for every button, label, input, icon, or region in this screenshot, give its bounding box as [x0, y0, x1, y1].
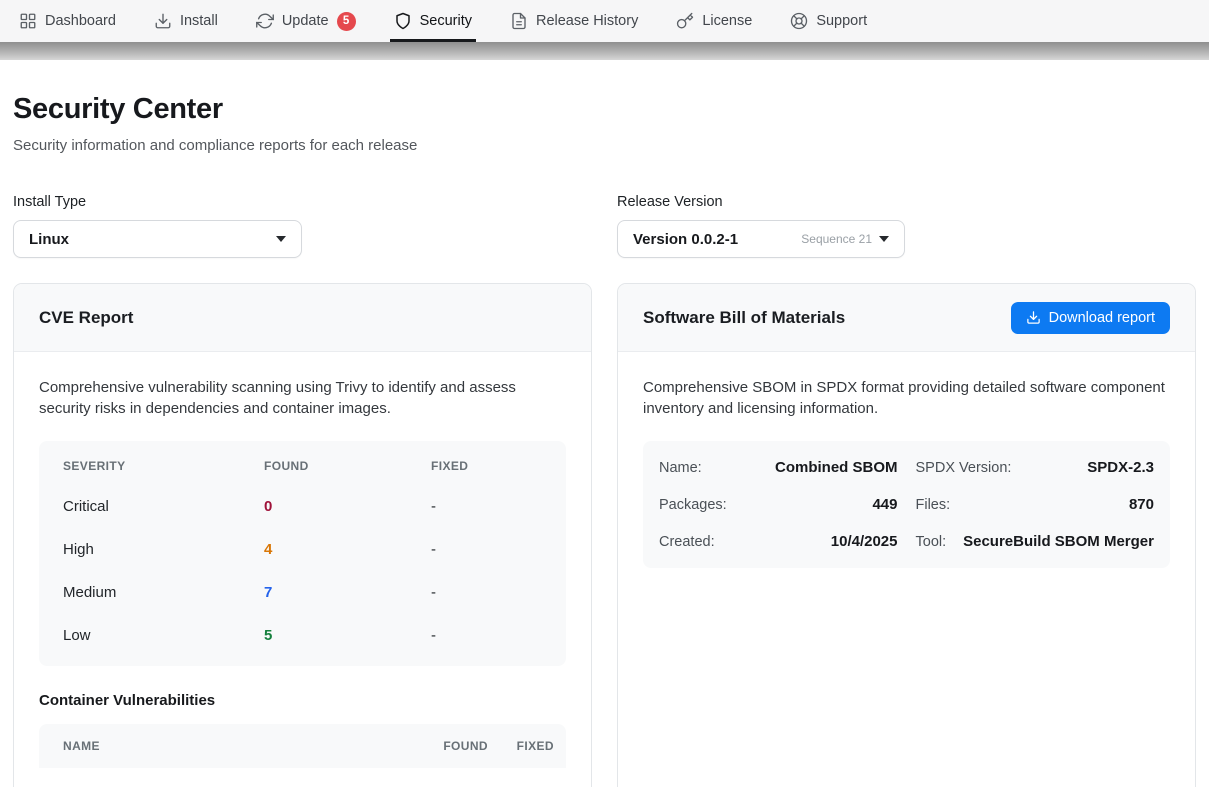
- severity-fixed-count: -: [431, 498, 542, 515]
- tab-license[interactable]: License: [657, 0, 771, 42]
- life-buoy-icon: [790, 12, 808, 30]
- severity-fixed-count: -: [431, 541, 542, 558]
- tab-security[interactable]: Security: [375, 0, 491, 42]
- download-icon: [1026, 310, 1041, 325]
- dashboard-icon: [19, 12, 37, 30]
- info-label: Created:: [659, 534, 715, 550]
- severity-table-header: SEVERITY FOUND FIXED: [63, 444, 542, 485]
- report-cards: CVE Report Comprehensive vulnerability s…: [13, 283, 1196, 787]
- cve-report-body: Comprehensive vulnerability scanning usi…: [14, 352, 591, 787]
- table-row: Low 5 -: [63, 614, 542, 657]
- tab-license-label: License: [702, 13, 752, 29]
- severity-found-count: 0: [264, 498, 431, 515]
- tab-support[interactable]: Support: [771, 0, 886, 42]
- info-value: Combined SBOM: [775, 459, 898, 476]
- cve-report-description: Comprehensive vulnerability scanning usi…: [39, 377, 564, 419]
- install-type-label: Install Type: [13, 194, 592, 210]
- download-report-label: Download report: [1049, 310, 1155, 326]
- sbom-info-created: Created: 10/4/2025: [659, 523, 898, 560]
- severity-fixed-count: -: [431, 584, 542, 601]
- table-row: Critical 0 -: [63, 485, 542, 528]
- cve-report-header: CVE Report: [14, 284, 591, 352]
- sbom-description: Comprehensive SBOM in SPDX format provid…: [643, 377, 1168, 419]
- sbom-header: Software Bill of Materials Download repo…: [618, 284, 1195, 352]
- tab-update-label: Update: [282, 13, 329, 29]
- info-label: SPDX Version:: [916, 460, 1012, 476]
- table-row: Medium 7 -: [63, 571, 542, 614]
- shield-icon: [394, 12, 412, 30]
- sbom-info-packages: Packages: 449: [659, 486, 898, 523]
- install-type-select[interactable]: Linux: [13, 220, 302, 258]
- severity-table: SEVERITY FOUND FIXED Critical 0 - High 4…: [39, 441, 566, 666]
- sbom-info-files: Files: 870: [916, 486, 1155, 523]
- fixed-col-header: FIXED: [431, 459, 542, 473]
- page-subtitle: Security information and compliance repo…: [13, 137, 1196, 154]
- tab-support-label: Support: [816, 13, 867, 29]
- release-sequence-hint: Sequence 21: [801, 232, 872, 246]
- sbom-body: Comprehensive SBOM in SPDX format provid…: [618, 352, 1195, 787]
- sbom-info-name: Name: Combined SBOM: [659, 449, 898, 486]
- tab-release-history-label: Release History: [536, 13, 638, 29]
- severity-name: Critical: [63, 498, 264, 515]
- header-shadow-band: [0, 42, 1209, 60]
- install-type-value: Linux: [29, 231, 69, 248]
- chevron-down-icon: [276, 236, 286, 242]
- info-value: SPDX-2.3: [1087, 459, 1154, 476]
- info-value: 10/4/2025: [831, 533, 898, 550]
- update-count-badge: 5: [337, 12, 356, 31]
- severity-name: Medium: [63, 584, 264, 601]
- info-value: 449: [872, 496, 897, 513]
- table-row: High 4 -: [63, 528, 542, 571]
- tab-dashboard-label: Dashboard: [45, 13, 116, 29]
- info-value: 870: [1129, 496, 1154, 513]
- info-value: SecureBuild SBOM Merger: [963, 533, 1154, 550]
- page-title: Security Center: [13, 93, 1196, 126]
- info-label: Name:: [659, 460, 702, 476]
- release-version-select[interactable]: Version 0.0.2-1 Sequence 21: [617, 220, 905, 258]
- tab-install[interactable]: Install: [135, 0, 237, 42]
- tab-security-label: Security: [420, 13, 472, 29]
- info-label: Packages:: [659, 497, 727, 513]
- main-content: Security Center Security information and…: [0, 93, 1209, 787]
- severity-col-header: SEVERITY: [63, 459, 264, 473]
- sbom-info-spdx-version: SPDX Version: SPDX-2.3: [916, 449, 1155, 486]
- release-version-label: Release Version: [617, 194, 1196, 210]
- filters-row: Install Type Linux Release Version Versi…: [13, 194, 1196, 258]
- tab-release-history[interactable]: Release History: [491, 0, 657, 42]
- container-vulnerabilities-table-header: NAME FOUND FIXED: [39, 724, 566, 768]
- sbom-card: Software Bill of Materials Download repo…: [617, 283, 1196, 787]
- top-navigation: Dashboard Install Update 5 Security Rele…: [0, 0, 1209, 42]
- sbom-info-grid: Name: Combined SBOM SPDX Version: SPDX-2…: [643, 441, 1170, 568]
- severity-fixed-count: -: [431, 627, 542, 644]
- severity-found-count: 5: [264, 627, 431, 644]
- severity-found-count: 4: [264, 541, 431, 558]
- severity-name: High: [63, 541, 264, 558]
- release-version-value: Version 0.0.2-1: [633, 231, 738, 248]
- key-icon: [676, 12, 694, 30]
- release-version-filter: Release Version Version 0.0.2-1 Sequence…: [617, 194, 1196, 258]
- file-text-icon: [510, 12, 528, 30]
- fixed-col-header: FIXED: [488, 739, 554, 753]
- severity-found-count: 7: [264, 584, 431, 601]
- info-label: Files:: [916, 497, 951, 513]
- tab-update[interactable]: Update 5: [237, 0, 375, 42]
- name-col-header: NAME: [63, 739, 400, 753]
- cve-report-card: CVE Report Comprehensive vulnerability s…: [13, 283, 592, 787]
- download-icon: [154, 12, 172, 30]
- download-report-button[interactable]: Download report: [1011, 302, 1170, 334]
- chevron-down-icon: [879, 236, 889, 242]
- refresh-icon: [256, 12, 274, 30]
- found-col-header: FOUND: [400, 739, 488, 753]
- tab-install-label: Install: [180, 13, 218, 29]
- found-col-header: FOUND: [264, 459, 431, 473]
- severity-name: Low: [63, 627, 264, 644]
- container-vulnerabilities-title: Container Vulnerabilities: [39, 692, 566, 709]
- tab-dashboard[interactable]: Dashboard: [0, 0, 135, 42]
- sbom-info-tool: Tool: SecureBuild SBOM Merger: [916, 523, 1155, 560]
- info-label: Tool:: [916, 534, 947, 550]
- sbom-title: Software Bill of Materials: [643, 308, 845, 328]
- install-type-filter: Install Type Linux: [13, 194, 592, 258]
- cve-report-title: CVE Report: [39, 308, 133, 328]
